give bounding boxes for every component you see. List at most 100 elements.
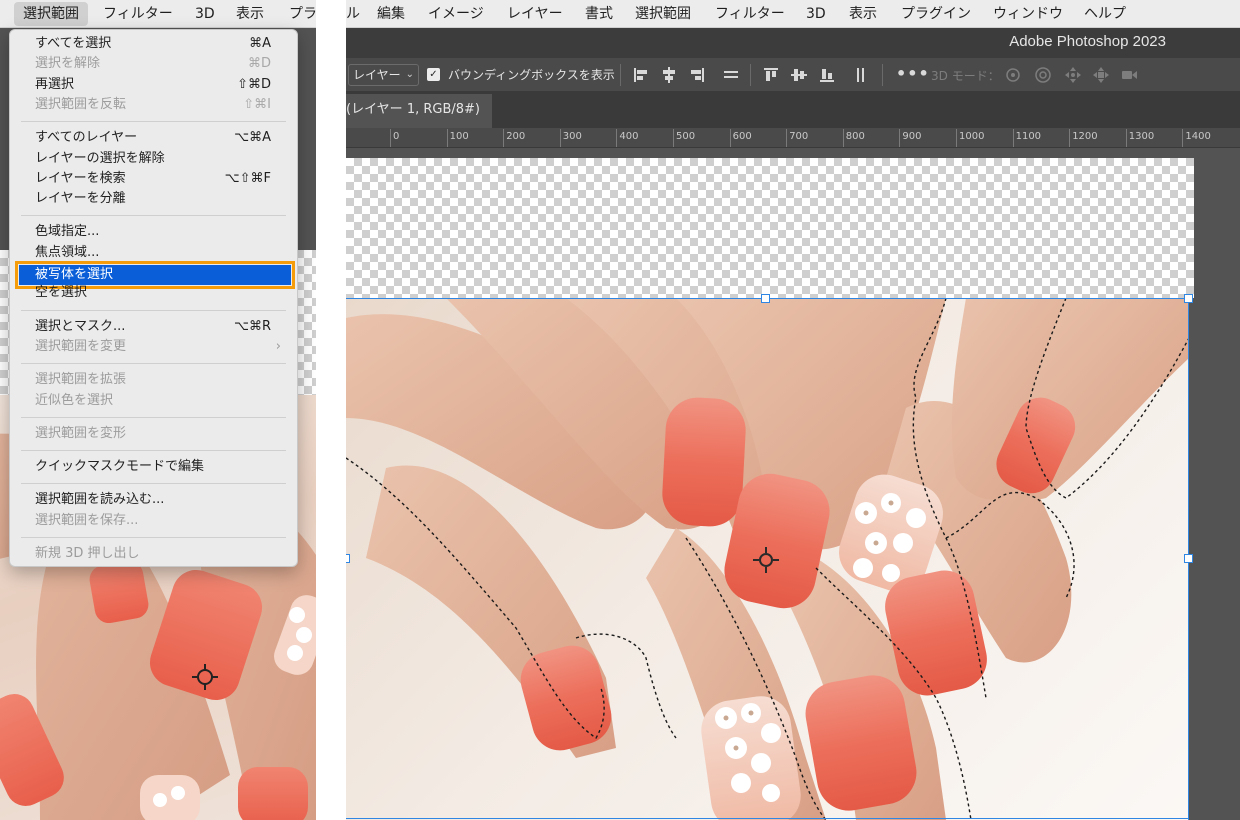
- 3d-roll-icon[interactable]: [1034, 66, 1052, 84]
- menu-plugins-partial[interactable]: プラ: [280, 0, 316, 28]
- menu-select-right[interactable]: 選択範囲: [626, 0, 700, 28]
- menu-image[interactable]: イメージ: [419, 0, 493, 28]
- menu-filter-right[interactable]: フィルター: [706, 0, 794, 28]
- right-screenshot-panel: ル 編集 イメージ レイヤー 書式 選択範囲 フィルター 3D 表示 プラグイン…: [346, 0, 1240, 820]
- align-horizontal-center-icon[interactable]: [660, 66, 678, 84]
- menu-item-label: 選択範囲を読み込む...: [35, 492, 165, 508]
- menu-item-0-3: 選択範囲を反転 ⇧⌘I: [10, 95, 297, 115]
- ruler-label: 400: [619, 131, 639, 142]
- checkmark-icon: ✓: [429, 69, 438, 80]
- menu-item-2-3[interactable]: 空を選択: [10, 283, 297, 303]
- menu-window[interactable]: ウィンドウ: [984, 0, 1072, 28]
- menu-item-1-1[interactable]: レイヤーの選択を解除: [10, 149, 297, 169]
- transform-handle-left[interactable]: [346, 554, 350, 563]
- menu-separator: [21, 416, 286, 418]
- document-tab-bar: (レイヤー 1, RGB/8#): [346, 92, 1240, 128]
- menu-layer[interactable]: レイヤー: [498, 0, 572, 28]
- ruler-label: 0: [393, 131, 400, 142]
- transform-handle-right[interactable]: [1184, 554, 1193, 563]
- ruler-tick: [899, 129, 901, 147]
- ruler-tick: [559, 129, 561, 147]
- menu-item-3-0[interactable]: 選択とマスク... ⌥⌘R: [10, 317, 297, 337]
- menu-item-6-0[interactable]: クイックマスクモードで編集: [10, 457, 297, 477]
- distribute-vertical-icon[interactable]: [852, 66, 870, 84]
- chevron-right-icon: ›: [275, 338, 281, 354]
- nail-photo-main: [346, 298, 1189, 820]
- ruler-tick: [446, 129, 448, 147]
- ruler-label: 1100: [1015, 131, 1042, 142]
- ruler-label: 600: [732, 131, 752, 142]
- 3d-orbit-icon[interactable]: [1004, 66, 1022, 84]
- menu-item-label: レイヤーを検索: [35, 170, 126, 186]
- menu-item-1-0[interactable]: すべてのレイヤー ⌥⌘A: [10, 128, 297, 148]
- menu-help[interactable]: ヘルプ: [1075, 0, 1135, 28]
- menu-item-label: クイックマスクモードで編集: [35, 459, 205, 475]
- align-left-icon[interactable]: [632, 66, 650, 84]
- menu-item-label: 選択範囲を反転: [35, 96, 127, 112]
- menu-tool-partial[interactable]: ル: [346, 0, 369, 28]
- ruler-label: 1000: [959, 131, 985, 142]
- auto-select-target-dropdown[interactable]: レイヤー ⌄: [348, 64, 419, 86]
- menu-item-shortcut: ⇧⌘D: [237, 76, 271, 92]
- ruler-label: 500: [676, 131, 696, 142]
- options-separator: [620, 64, 621, 86]
- menu-view-right[interactable]: 表示: [840, 0, 886, 28]
- ruler-tick: [390, 129, 391, 147]
- menu-plugins[interactable]: プラグイン: [892, 0, 980, 28]
- menu-item-2-1[interactable]: 焦点領域...: [10, 243, 297, 263]
- transform-handle-top[interactable]: [761, 294, 770, 303]
- align-top-icon[interactable]: [762, 66, 780, 84]
- 3d-slide-icon[interactable]: [1092, 66, 1110, 84]
- menu-select[interactable]: 選択範囲: [14, 2, 88, 26]
- align-bottom-icon[interactable]: [818, 66, 836, 84]
- menu-item-shortcut: ⇧⌘I: [243, 96, 271, 112]
- menu-item-shortcut: ⌥⌘R: [233, 318, 271, 334]
- menu-item-label: 選択範囲を拡張: [35, 372, 127, 388]
- auto-select-target-value: レイヤー: [353, 68, 401, 82]
- options-bar: レイヤー ⌄ ✓ バウンディングボックスを表示 ••• 3D モード：: [346, 58, 1240, 92]
- menu-3d-right[interactable]: 3D: [797, 0, 835, 28]
- document-tab[interactable]: (レイヤー 1, RGB/8#): [346, 94, 492, 128]
- menu-item-label: 新規 3D 押し出し: [35, 546, 140, 561]
- menu-item-0-0[interactable]: すべてを選択 ⌘A: [10, 34, 297, 54]
- menu-item-2-0[interactable]: 色域指定...: [10, 222, 297, 242]
- reference-point-icon[interactable]: [753, 547, 779, 573]
- more-options-icon[interactable]: •••: [896, 64, 930, 83]
- menu-item-1-2[interactable]: レイヤーを検索 ⌥⇧⌘F: [10, 169, 297, 189]
- app-title: Adobe Photoshop 2023: [1009, 33, 1166, 50]
- menu-3d[interactable]: 3D: [186, 0, 224, 28]
- menu-item-5-0: 選択範囲を変形: [10, 424, 297, 444]
- 3d-camera-icon[interactable]: [1120, 66, 1138, 84]
- align-right-icon[interactable]: [688, 66, 706, 84]
- menu-item-7-0[interactable]: 選択範囲を読み込む...: [10, 490, 297, 510]
- menu-item-shortcut: ⌘D: [247, 56, 271, 72]
- transform-handle-top-right[interactable]: [1184, 294, 1193, 303]
- menu-item-0-2[interactable]: 再選択 ⇧⌘D: [10, 75, 297, 95]
- show-transform-checkbox[interactable]: ✓: [427, 68, 440, 81]
- menu-item-7-1: 選択範囲を保存...: [10, 511, 297, 531]
- panel-divider: [316, 0, 346, 820]
- bounding-box-bottom: [346, 818, 1189, 819]
- horizontal-ruler: 0 100 200 300 400 500 600 700 800 900 1000 1100 1200…: [346, 128, 1240, 148]
- distribute-horizontal-icon[interactable]: [722, 66, 740, 84]
- ruler-label: 200: [506, 131, 526, 142]
- menu-item-1-3[interactable]: レイヤーを分離: [10, 189, 297, 209]
- menu-bar-right: ル 編集 イメージ レイヤー 書式 選択範囲 フィルター 3D 表示 プラグイン…: [346, 0, 1240, 28]
- menu-filter[interactable]: フィルター: [94, 0, 182, 28]
- ruler-label: 700: [789, 131, 809, 142]
- ruler-label: 1300: [1128, 131, 1155, 142]
- 3d-pan-icon[interactable]: [1064, 66, 1082, 84]
- menu-item-label: 選択範囲を変形: [35, 425, 127, 441]
- menu-item-label: 焦点領域...: [35, 244, 100, 260]
- menu-view[interactable]: 表示: [227, 0, 273, 28]
- menu-edit[interactable]: 編集: [368, 0, 414, 28]
- select-subject-menu-item[interactable]: 被写体を選択: [15, 261, 295, 289]
- ruler-tick: [616, 129, 618, 147]
- ruler-tick: [673, 129, 674, 147]
- show-transform-label: バウンディングボックスを表示: [448, 68, 615, 82]
- menu-separator: [21, 121, 286, 123]
- menu-type[interactable]: 書式: [576, 0, 622, 28]
- align-vertical-center-icon[interactable]: [790, 66, 808, 84]
- ruler-tick: [956, 129, 957, 147]
- menu-separator: [21, 215, 286, 217]
